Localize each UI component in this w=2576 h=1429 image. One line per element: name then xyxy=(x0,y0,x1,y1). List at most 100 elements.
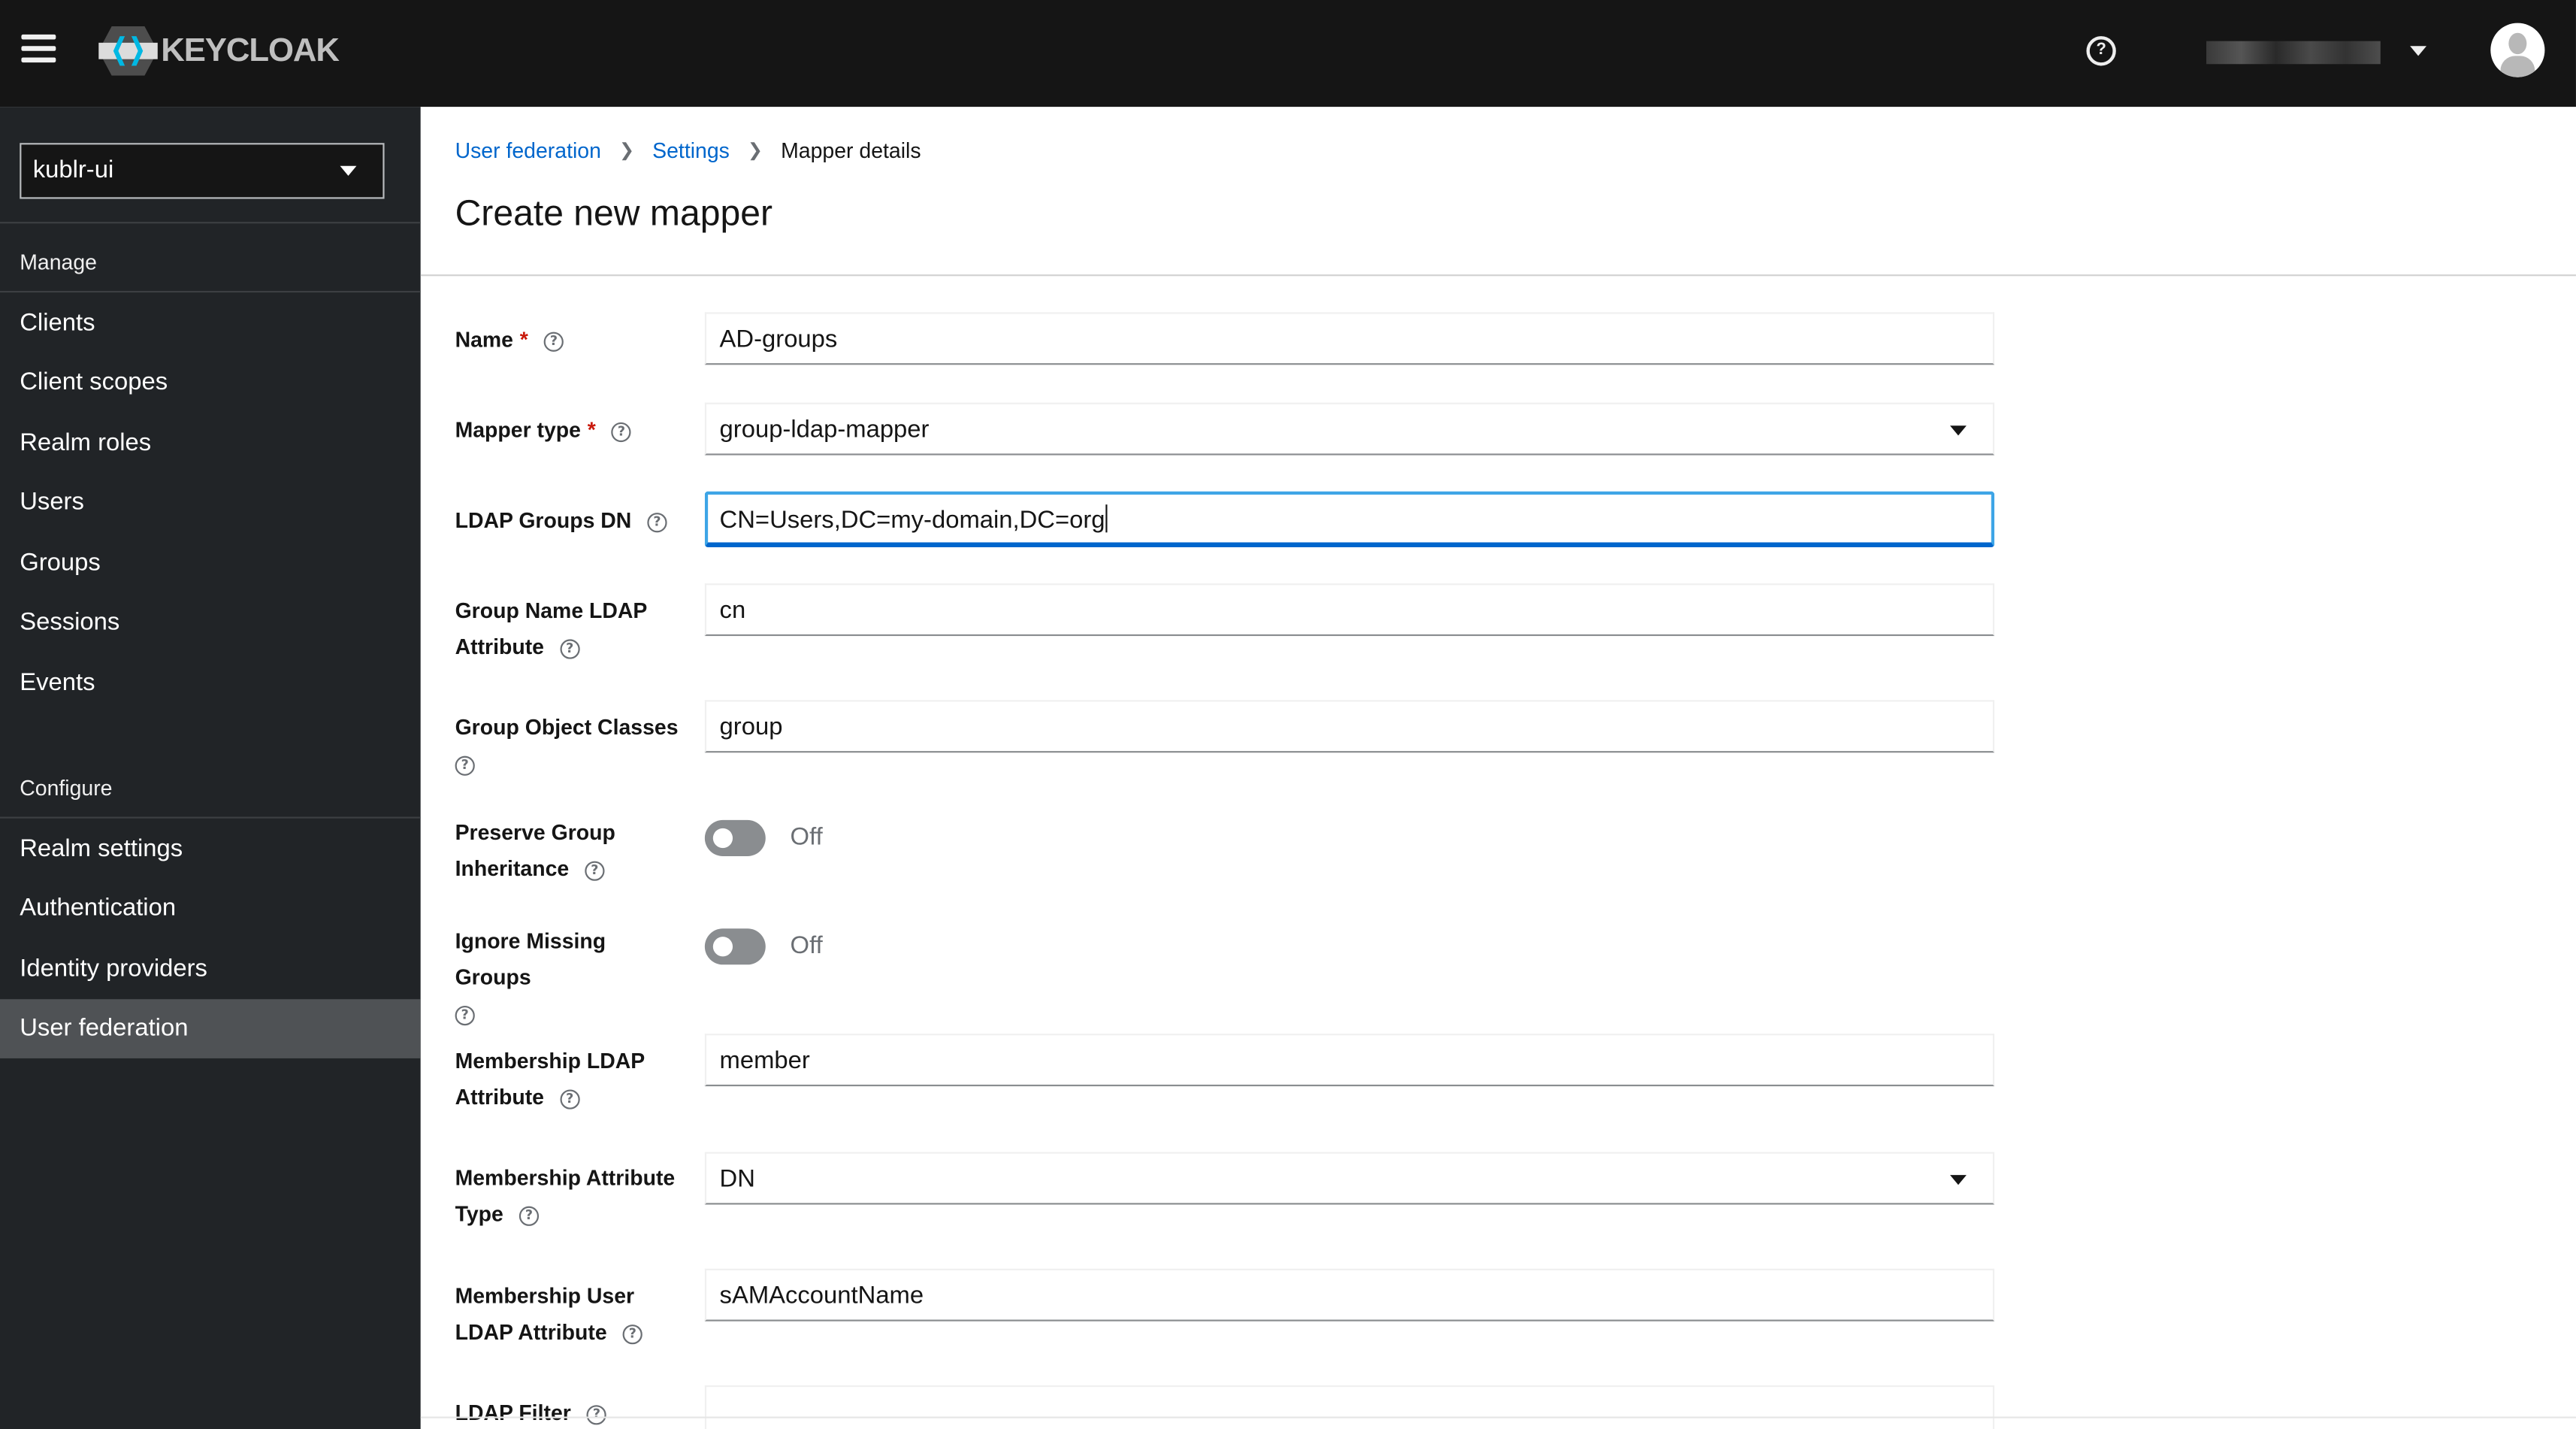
membership-attr-type-label: Membership Attribute Type ? xyxy=(455,1160,685,1232)
membership-attr-input[interactable]: member xyxy=(704,1034,1995,1087)
preserve-inheritance-toggle[interactable] xyxy=(704,819,766,857)
mapper-type-select[interactable]: group-ldap-mapper xyxy=(704,402,1995,456)
text-cursor xyxy=(1105,504,1107,533)
help-icon[interactable]: ? xyxy=(543,331,564,351)
help-icon[interactable]: ? xyxy=(560,638,580,658)
ldap-filter-label-text: LDAP Filter xyxy=(455,1400,571,1425)
ignore-missing-state: Off xyxy=(790,931,823,960)
caret-down-icon xyxy=(1950,425,1967,436)
membership-user-attr-label-line2: LDAP Attribute xyxy=(455,1319,607,1345)
user-menu-caret-icon[interactable] xyxy=(2410,46,2427,56)
group-name-attr-input[interactable]: cn xyxy=(704,583,1995,637)
masthead: KEYCLOAK ? xyxy=(0,0,2576,107)
name-input[interactable]: AD-groups xyxy=(704,312,1995,365)
keycloak-logo[interactable]: KEYCLOAK xyxy=(98,23,340,79)
help-icon[interactable]: ? xyxy=(585,860,605,880)
ignore-missing-label-text: Ignore Missing Groups xyxy=(455,928,606,990)
toggle-knob xyxy=(712,828,733,849)
sidebar-item-users[interactable]: Users xyxy=(0,474,421,533)
brand-name: KEYCLOAK xyxy=(161,32,340,68)
ldap-groups-dn-value: CN=Users,DC=my-domain,DC=org xyxy=(719,506,1105,534)
sidebar-item-clients[interactable]: Clients xyxy=(0,294,421,353)
membership-user-attr-label: Membership User LDAP Attribute ? xyxy=(455,1279,685,1351)
membership-user-attr-input[interactable]: sAMAccountName xyxy=(704,1268,1995,1322)
membership-user-attr-label-line1: Membership User xyxy=(455,1283,635,1309)
sidebar-item-realm-settings[interactable]: Realm settings xyxy=(0,820,421,880)
caret-down-icon xyxy=(340,165,357,176)
sidebar-divider xyxy=(0,816,421,819)
membership-attr-type-label-line2: Type xyxy=(455,1201,503,1226)
membership-attr-value: member xyxy=(719,1046,810,1075)
mapper-type-label-text: Mapper type xyxy=(455,417,581,443)
sidebar-item-client-scopes[interactable]: Client scopes xyxy=(0,353,421,413)
sidebar-section-manage: Manage xyxy=(20,250,97,275)
breadcrumb-user-federation[interactable]: User federation xyxy=(455,138,601,163)
ldap-groups-dn-input[interactable]: CN=Users,DC=my-domain,DC=org xyxy=(704,491,1995,548)
required-asterisk: * xyxy=(519,327,528,352)
membership-attr-label-line1: Membership LDAP xyxy=(455,1048,646,1073)
caret-down-icon xyxy=(1950,1175,1967,1185)
membership-attr-label: Membership LDAP Attribute ? xyxy=(455,1043,685,1116)
ldap-filter-input[interactable] xyxy=(704,1385,1995,1429)
sidebar-item-user-federation[interactable]: User federation xyxy=(0,999,421,1058)
group-object-classes-label-text: Group Object Classes xyxy=(455,714,679,740)
sidebar-item-events[interactable]: Events xyxy=(0,654,421,713)
membership-attr-label-line2: Attribute xyxy=(455,1084,545,1110)
realm-selector-value: kublr-ui xyxy=(32,156,114,184)
sidebar-divider xyxy=(0,290,421,293)
toggle-knob xyxy=(712,937,733,957)
page-divider xyxy=(420,274,2576,277)
group-object-classes-value: group xyxy=(719,713,783,741)
sidebar-item-realm-roles[interactable]: Realm roles xyxy=(0,414,421,474)
user-avatar-icon[interactable] xyxy=(2490,23,2545,77)
preserve-inheritance-label-line1: Preserve Group xyxy=(455,819,615,845)
sidebar-nav: kublr-ui Manage Clients Client scopes Re… xyxy=(0,107,421,1429)
page-title: Create new mapper xyxy=(455,192,772,234)
ignore-missing-label: Ignore Missing Groups ? xyxy=(455,924,685,1032)
sidebar-item-groups[interactable]: Groups xyxy=(0,534,421,594)
help-icon[interactable]: ? xyxy=(611,421,632,442)
sidebar-item-sessions[interactable]: Sessions xyxy=(0,593,421,652)
name-label: Name * ? xyxy=(455,322,685,358)
help-icon[interactable]: ? xyxy=(586,1404,607,1424)
chevron-right-icon: ❯ xyxy=(747,141,763,162)
ldap-filter-label: LDAP Filter ? xyxy=(455,1395,685,1429)
ignore-missing-toggle[interactable] xyxy=(704,928,766,965)
group-name-attr-label-line1: Group Name LDAP xyxy=(455,598,648,623)
help-icon[interactable]: ? xyxy=(519,1205,540,1225)
ldap-groups-dn-value-wrap: CN=Users,DC=my-domain,DC=org xyxy=(720,504,1107,534)
breadcrumb-settings[interactable]: Settings xyxy=(652,138,730,163)
group-name-attr-label: Group Name LDAP Attribute ? xyxy=(455,593,685,665)
group-object-classes-label: Group Object Classes ? xyxy=(455,710,685,782)
group-object-classes-input[interactable]: group xyxy=(704,700,1995,753)
membership-attr-type-value: DN xyxy=(719,1165,755,1194)
page-bottom-edge xyxy=(420,1416,2576,1418)
mapper-type-value: group-ldap-mapper xyxy=(719,416,930,444)
required-asterisk: * xyxy=(587,417,596,443)
ldap-groups-dn-label: LDAP Groups DN ? xyxy=(455,503,685,539)
mapper-type-label: Mapper type * ? xyxy=(455,413,685,449)
name-label-text: Name xyxy=(455,327,514,352)
user-menu-name[interactable] xyxy=(2206,41,2381,65)
sidebar-section-configure: Configure xyxy=(20,775,113,801)
chevron-right-icon: ❯ xyxy=(618,141,635,162)
sidebar-divider xyxy=(0,222,421,224)
name-input-value: AD-groups xyxy=(719,325,838,354)
membership-attr-type-label-line1: Membership Attribute xyxy=(455,1165,676,1190)
membership-attr-type-select[interactable]: DN xyxy=(704,1152,1995,1205)
help-icon[interactable]: ? xyxy=(622,1324,642,1344)
sidebar-item-identity-providers[interactable]: Identity providers xyxy=(0,940,421,1000)
preserve-inheritance-label-line2: Inheritance xyxy=(455,856,570,881)
help-icon[interactable]: ? xyxy=(647,512,667,532)
sidebar-item-authentication[interactable]: Authentication xyxy=(0,880,421,939)
help-icon[interactable]: ? xyxy=(455,755,475,775)
preserve-inheritance-label: Preserve Group Inheritance ? xyxy=(455,815,685,887)
keycloak-hex-icon xyxy=(98,26,158,76)
breadcrumb-mapper-details: Mapper details xyxy=(781,138,921,163)
realm-selector[interactable]: kublr-ui xyxy=(20,143,385,199)
hamburger-menu-icon[interactable] xyxy=(21,34,56,64)
help-icon[interactable]: ? xyxy=(560,1088,580,1109)
help-icon[interactable]: ? xyxy=(455,1004,475,1025)
preserve-inheritance-state: Off xyxy=(790,823,823,852)
help-circle-icon[interactable]: ? xyxy=(2086,36,2116,66)
